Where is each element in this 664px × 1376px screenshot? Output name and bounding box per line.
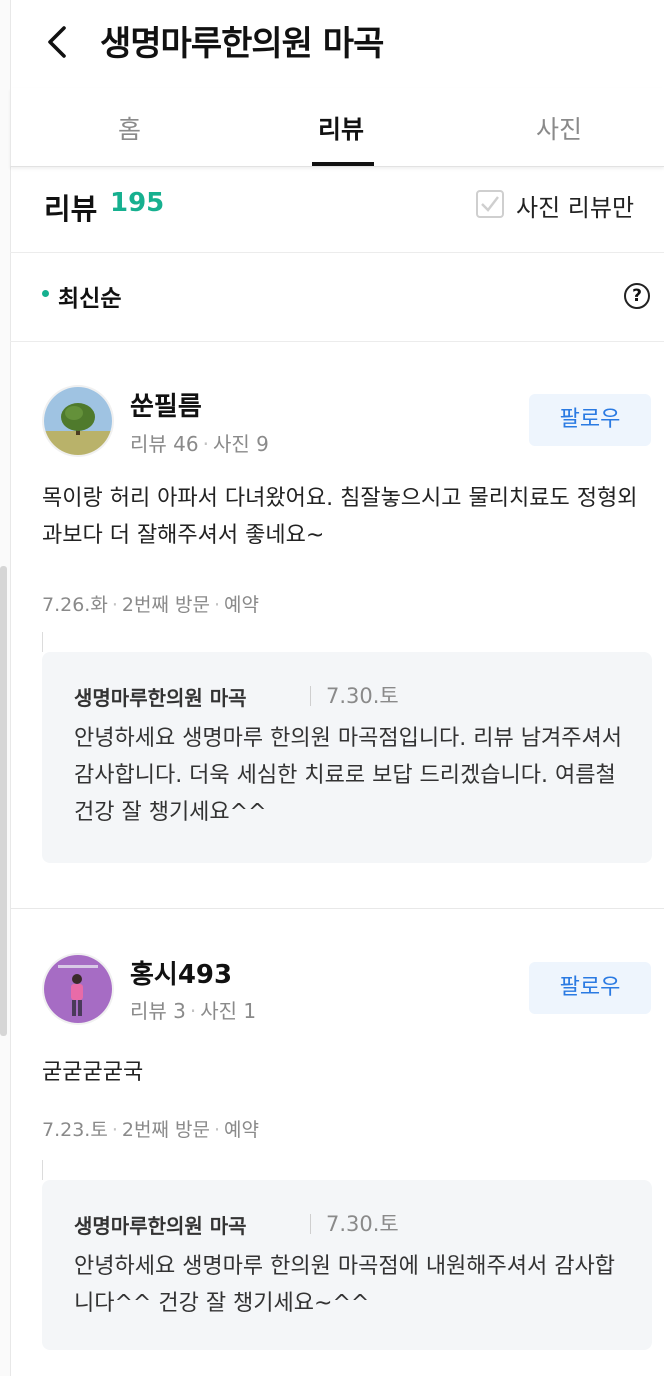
owner-reply: 생명마루한의원 마곡 7.30.토 안녕하세요 생명마루 한의원 마곡점입니다.…: [42, 632, 652, 863]
review-summary: 리뷰 195 사진 리뷰만: [10, 168, 664, 253]
review-section-title: 리뷰: [44, 192, 98, 226]
reply-text: 안녕하세요 생명마루 한의원 마곡점에 내원해주셔서 감사합니다^^ 건강 잘 …: [74, 1254, 615, 1316]
user-review-count: 리뷰 46: [130, 432, 199, 456]
sort-latest[interactable]: 최신순: [58, 279, 121, 313]
visit-type: 예약: [223, 594, 259, 616]
reply-business-name: 생명마루한의원 마곡: [74, 1214, 247, 1238]
tab-bar: 홈 리뷰 사진: [10, 88, 664, 167]
follow-button[interactable]: 팔로우: [529, 394, 651, 446]
owner-reply: 생명마루한의원 마곡 7.30.토 안녕하세요 생명마루 한의원 마곡점에 내원…: [42, 1160, 652, 1350]
divider: [310, 686, 311, 706]
tree-avatar-icon: [44, 387, 112, 455]
active-tab-indicator: [312, 162, 374, 166]
visit-type: 예약: [223, 1119, 259, 1141]
chevron-left-icon: [48, 26, 66, 58]
header: 생명마루한의원 마곡: [10, 0, 664, 80]
review-text: 목이랑 허리 아파서 다녀왔어요. 침잘놓으시고 물리치료도 정형외과보다 더 …: [42, 486, 638, 548]
help-icon[interactable]: ?: [624, 283, 650, 309]
sort-dot-icon: [42, 290, 49, 297]
user-photo-count: 사진 1: [200, 999, 257, 1023]
review-username[interactable]: 홍시493: [130, 954, 232, 991]
review-item: 쑨필름 리뷰 46 · 사진 9 팔로우 목이랑 허리 아파서 다녀왔어요. 침잘놓…: [10, 342, 664, 908]
person-avatar-icon: [44, 955, 112, 1023]
back-button[interactable]: [40, 22, 80, 62]
review-item: 홍시493 리뷰 3 · 사진 1 팔로우 굳굳굳굳국 7.23.토 · 2번째 방문 ·…: [10, 909, 664, 1376]
tab-home[interactable]: 홈: [118, 110, 141, 146]
visit-date: 7.26.화: [42, 594, 108, 616]
divider: [310, 1214, 311, 1234]
review-username[interactable]: 쑨필름: [130, 386, 202, 423]
visit-date: 7.23.토: [42, 1119, 108, 1141]
visit-count: 2번째 방문: [121, 1119, 210, 1141]
visit-count: 2번째 방문: [121, 594, 210, 616]
visit-meta: 7.26.화 · 2번째 방문 · 예약: [42, 594, 259, 616]
reply-date: 7.30.토: [326, 1212, 399, 1236]
checkbox[interactable]: [476, 190, 504, 218]
avatar[interactable]: [44, 955, 112, 1023]
user-review-count: 리뷰 3: [130, 999, 186, 1023]
reply-text: 안녕하세요 생명마루 한의원 마곡점입니다. 리뷰 남겨주셔서 감사합니다. 더…: [74, 726, 622, 825]
tab-review[interactable]: 리뷰: [318, 110, 664, 146]
tab-photo[interactable]: 사진: [536, 110, 582, 146]
reply-connector: [42, 632, 43, 652]
page-title: 생명마루한의원 마곡: [100, 24, 384, 64]
visit-meta: 7.23.토 · 2번째 방문 · 예약: [42, 1119, 259, 1141]
follow-button[interactable]: 팔로우: [529, 962, 651, 1014]
reply-date: 7.30.토: [326, 684, 399, 708]
photo-only-label: 사진 리뷰만: [516, 194, 635, 222]
user-photo-count: 사진 9: [212, 432, 269, 456]
reply-business-name: 생명마루한의원 마곡: [74, 686, 247, 710]
check-icon: [481, 196, 499, 212]
review-text: 굳굳굳굳국: [42, 1060, 144, 1085]
avatar[interactable]: [44, 387, 112, 455]
sort-bar: 최신순 ?: [10, 253, 664, 342]
review-count: 195: [110, 188, 165, 218]
reply-connector: [42, 1160, 43, 1180]
user-stats: 리뷰 3 · 사진 1: [130, 999, 257, 1023]
scrollbar[interactable]: [0, 566, 7, 1036]
user-stats: 리뷰 46 · 사진 9: [130, 432, 269, 456]
